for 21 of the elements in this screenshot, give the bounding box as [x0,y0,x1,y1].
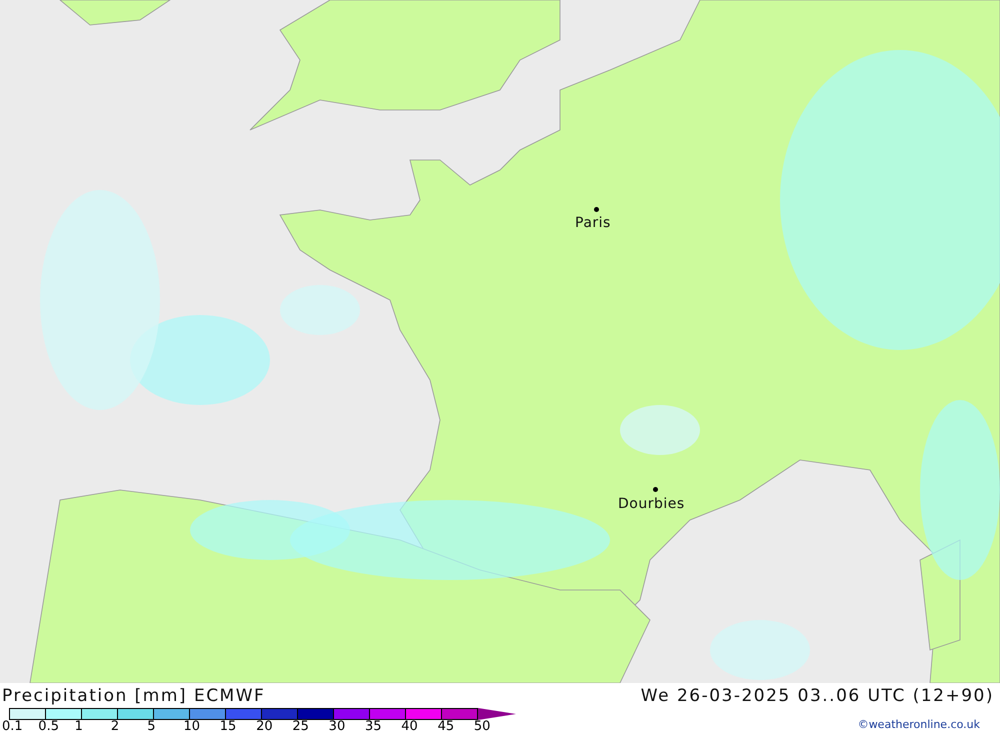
city-label: Paris [575,215,611,231]
city-label: Dourbies [618,496,685,512]
city-marker [594,207,599,212]
legend-label: 10 [183,720,202,733]
legend-label: 0.1 [2,720,24,733]
legend-label: 30 [328,720,346,733]
legend-label: 5 [147,720,156,733]
legend-label: 0.5 [38,720,60,733]
legend-label: 50 [474,720,492,733]
legend-label: 1 [74,720,84,733]
legend-label: 20 [256,720,274,733]
forecast-date: We 26-03-2025 03..06 UTC (12+90) [640,686,994,706]
legend-label: 25 [292,720,310,733]
credit-text: ©weatheronline.co.uk [858,717,981,731]
map-title: Precipitation [mm] ECMWF [2,686,266,706]
legend-label: 45 [438,720,456,733]
legend-label: 40 [401,720,419,733]
legend-label: 35 [364,720,383,733]
city-marker [653,487,658,492]
legend-label: 2 [110,720,120,733]
legend-label: 15 [220,720,238,733]
